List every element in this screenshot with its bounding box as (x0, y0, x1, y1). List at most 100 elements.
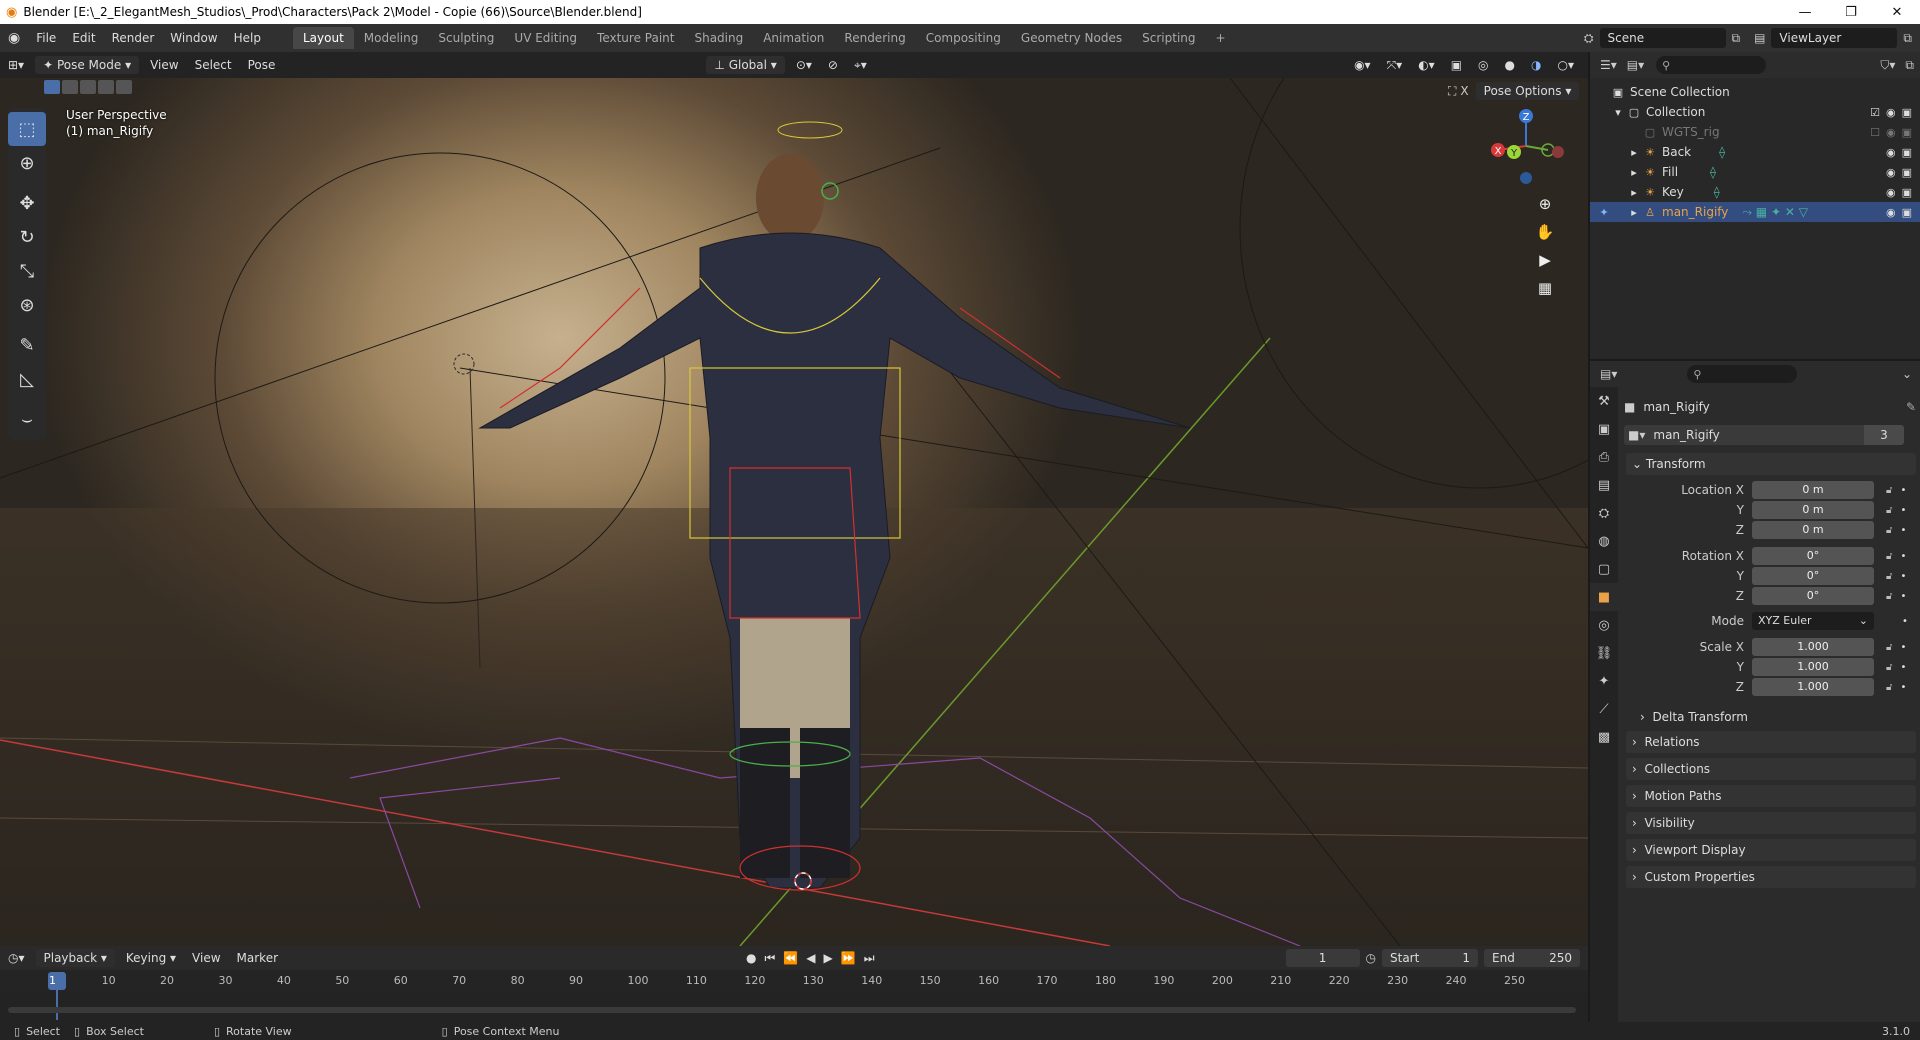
outliner-collection[interactable]: ▾ ▢ Collection ☑ ◉ ▣ (1590, 102, 1920, 122)
expand-arrow-icon[interactable]: ▸ (1626, 206, 1642, 219)
zoom-icon[interactable]: ⊕ (1531, 190, 1559, 218)
outliner-editor-icon[interactable]: ☰▾ (1600, 58, 1617, 72)
lock-icon[interactable]: 🔓︎ (1886, 551, 1892, 562)
keyframe-dot-icon[interactable]: • (1900, 662, 1906, 673)
modifier-icons[interactable]: ⤳ ▦ ✦ ✕ ▽ (1742, 205, 1808, 220)
tool-settings-icon[interactable]: ⛶ (1448, 84, 1456, 99)
motion-paths-panel-header[interactable]: › Motion Paths (1626, 785, 1916, 807)
current-frame-field[interactable]: 1 (1285, 949, 1360, 967)
camera-icon[interactable]: ▣ (1902, 126, 1912, 139)
cursor-tool-icon[interactable]: ⊕ (8, 146, 46, 180)
maximize-button[interactable]: ❐ (1828, 5, 1874, 20)
close-button[interactable]: ✕ (1874, 5, 1920, 20)
lock-icon[interactable]: 🔓︎ (1886, 642, 1892, 653)
armature-data-tab-icon[interactable]: ✦ (1590, 667, 1618, 695)
play-icon[interactable]: ▶ (824, 951, 833, 965)
start-frame-field[interactable]: Start 1 (1382, 949, 1478, 967)
object-browse-icon[interactable]: ■▾ (1628, 428, 1645, 442)
tab-uv-editing[interactable]: UV Editing (504, 27, 587, 49)
shading-rendered-icon[interactable]: ○▾ (1550, 56, 1583, 74)
pose-mode-icon[interactable]: ✦ (1596, 206, 1612, 219)
record-icon[interactable]: ● (746, 951, 756, 965)
lock-icon[interactable]: 🔓︎ (1886, 571, 1892, 582)
rotation-z-field[interactable]: 0° (1752, 587, 1874, 605)
keyframe-dot-icon[interactable]: • (1900, 485, 1906, 496)
timeline-editor-icon[interactable]: ◷▾ (0, 949, 33, 967)
rotation-mode-dropdown[interactable]: XYZ Euler ⌄ (1752, 612, 1874, 630)
select-mode-extend-icon[interactable] (62, 80, 78, 94)
lock-icon[interactable]: 🔓︎ (1886, 525, 1892, 536)
measure-tool-icon[interactable]: ◺ (8, 362, 46, 396)
expand-arrow-icon[interactable]: ▸ (1626, 146, 1642, 159)
outliner-item-fill[interactable]: ▸ ☀ Fill ⟠ ◉ ▣ (1590, 162, 1920, 182)
lock-icon[interactable]: 🔓︎ (1886, 485, 1892, 496)
select-box-tool-icon[interactable]: ⬚ (8, 112, 46, 146)
camera-icon[interactable]: ▣ (1902, 206, 1912, 219)
shading-wire-icon[interactable]: ◎ (1470, 56, 1496, 74)
scale-x-field[interactable]: 1.000 (1752, 638, 1874, 656)
transform-tool-icon[interactable]: ⊛ (8, 288, 46, 322)
output-tab-icon[interactable]: ⎙ (1590, 443, 1618, 471)
expand-arrow-icon[interactable]: ▸ (1626, 186, 1642, 199)
add-workspace-button[interactable]: + (1206, 27, 1236, 49)
outliner-item-back[interactable]: ▸ ☀ Back ⟠ ◉ ▣ (1590, 142, 1920, 162)
lock-icon[interactable]: 🔓︎ (1886, 591, 1892, 602)
ortho-grid-icon[interactable]: ▦ (1531, 274, 1559, 302)
tab-layout[interactable]: Layout (292, 27, 354, 49)
keyframe-dot-icon[interactable]: • (1900, 682, 1906, 693)
keyframe-dot-icon[interactable]: • (1900, 642, 1906, 653)
outliner-search-input[interactable]: ⚲ (1656, 56, 1767, 74)
light-data-icon[interactable]: ⟠ (1714, 185, 1720, 199)
eye-icon[interactable]: ◉ (1886, 206, 1896, 219)
expand-arrow-icon[interactable]: ▾ (1610, 106, 1626, 119)
relations-panel-header[interactable]: › Relations (1626, 731, 1916, 753)
bone-tab-icon[interactable]: ⟋ (1590, 695, 1618, 723)
visibility-panel-header[interactable]: › Visibility (1626, 812, 1916, 834)
menu-window[interactable]: Window (162, 31, 225, 45)
menu-help[interactable]: Help (226, 31, 269, 45)
timeline-scrollbar[interactable] (8, 1007, 1576, 1013)
proportional-icon[interactable]: ⌖▾ (846, 56, 875, 75)
shading-material-icon[interactable]: ◑ (1523, 56, 1549, 74)
datablock-field[interactable]: ■▾ man_Rigify 3 (1624, 425, 1904, 445)
snap-icon[interactable]: ⊘ (820, 56, 846, 74)
prev-keyframe-icon[interactable]: ⏪ (783, 951, 798, 965)
scene-icon[interactable]: ⛭ (1584, 31, 1594, 46)
scene-tab-icon[interactable]: ⛭ (1590, 499, 1618, 527)
outliner-scene-collection[interactable]: ▣ Scene Collection (1590, 82, 1920, 102)
scale-z-field[interactable]: 1.000 (1752, 678, 1874, 696)
location-z-field[interactable]: 0 m (1752, 521, 1874, 539)
view-layer-icon[interactable]: ▤ (1754, 31, 1765, 45)
bone-curve-tool-icon[interactable]: ⌣ (8, 402, 46, 436)
view-layer-field[interactable]: ViewLayer (1771, 28, 1898, 48)
collections-panel-header[interactable]: › Collections (1626, 758, 1916, 780)
keyframe-dot-icon[interactable]: • (1900, 591, 1906, 602)
play-reverse-icon[interactable]: ◀ (806, 951, 815, 965)
end-frame-field[interactable]: End 250 (1484, 949, 1580, 967)
keyframe-dot-icon[interactable]: • (1900, 571, 1906, 582)
camera-icon[interactable]: ▣ (1902, 146, 1912, 159)
tool-tab-icon[interactable]: ⚒ (1590, 387, 1618, 415)
menu-view[interactable]: View (142, 56, 186, 74)
rotation-x-field[interactable]: 0° (1752, 547, 1874, 565)
x-mirror-icon[interactable]: X (1460, 84, 1468, 98)
pose-options-dropdown[interactable]: Pose Options ▾ (1475, 82, 1580, 100)
marker-menu[interactable]: Marker (229, 949, 286, 967)
camera-icon[interactable]: ▣ (1902, 186, 1912, 199)
delta-transform-subpanel[interactable]: › Delta Transform (1640, 707, 1920, 727)
select-mode-subtract-icon[interactable] (80, 80, 96, 94)
collection-tab-icon[interactable]: ▢ (1590, 555, 1618, 583)
lock-icon[interactable]: 🔓︎ (1886, 682, 1892, 693)
annotate-tool-icon[interactable]: ✎ (8, 328, 46, 362)
pan-hand-icon[interactable]: ✋ (1531, 218, 1559, 246)
eye-icon[interactable]: ◉ (1886, 106, 1896, 119)
location-x-field[interactable]: 0 m (1752, 481, 1874, 499)
object-tab-icon[interactable]: ■ (1590, 583, 1618, 611)
xray-icon[interactable]: ▣ (1443, 56, 1470, 74)
scale-y-field[interactable]: 1.000 (1752, 658, 1874, 676)
menu-file[interactable]: File (28, 31, 64, 45)
tab-texture-paint[interactable]: Texture Paint (587, 27, 684, 49)
outliner-item-key[interactable]: ▸ ☀ Key ⟠ ◉ ▣ (1590, 182, 1920, 202)
viewport-display-panel-header[interactable]: › Viewport Display (1626, 839, 1916, 861)
jump-end-icon[interactable]: ⏭ (864, 951, 875, 966)
